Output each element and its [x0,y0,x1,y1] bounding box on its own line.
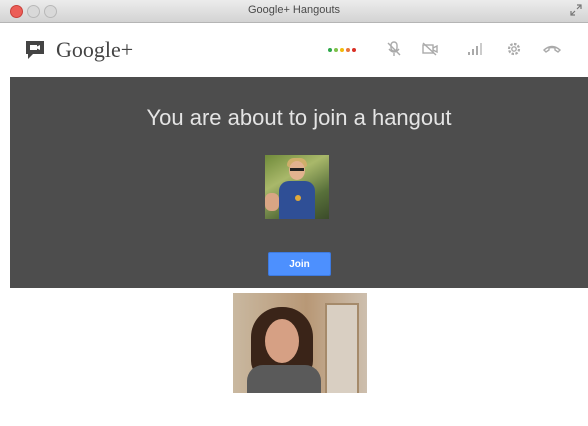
join-button[interactable]: Join [268,252,331,276]
hangouts-logo-icon [26,41,44,59]
window-titlebar: Google+ Hangouts [0,0,588,23]
self-face [265,319,299,363]
host-medal [295,195,301,201]
hang-up-icon[interactable] [542,39,562,59]
host-avatar [265,155,329,219]
camera-icon[interactable] [420,39,440,59]
host-arm [265,193,279,211]
signal-dot [340,48,344,52]
settings-icon[interactable] [504,39,524,59]
hangouts-window: Google+ Hangouts Google+ You are about t… [0,0,588,426]
bandwidth-icon[interactable] [464,39,484,59]
self-shirt [247,365,321,393]
signal-dot [346,48,350,52]
fullscreen-icon[interactable] [570,4,582,16]
microphone-icon[interactable] [384,39,404,59]
join-heading: You are about to join a hangout [146,105,452,130]
signal-dot [334,48,338,52]
signal-dots-icon [328,48,356,52]
google-plus-brand: Google+ [56,37,134,62]
signal-dot [328,48,332,52]
signal-dot [352,48,356,52]
join-stage: You are about to join a hangout Join [10,77,588,288]
self-video-preview [233,293,367,393]
host-sunglasses [290,168,304,171]
background-door [325,303,359,393]
app-header: Google+ [0,23,588,77]
window-title: Google+ Hangouts [247,4,341,16]
